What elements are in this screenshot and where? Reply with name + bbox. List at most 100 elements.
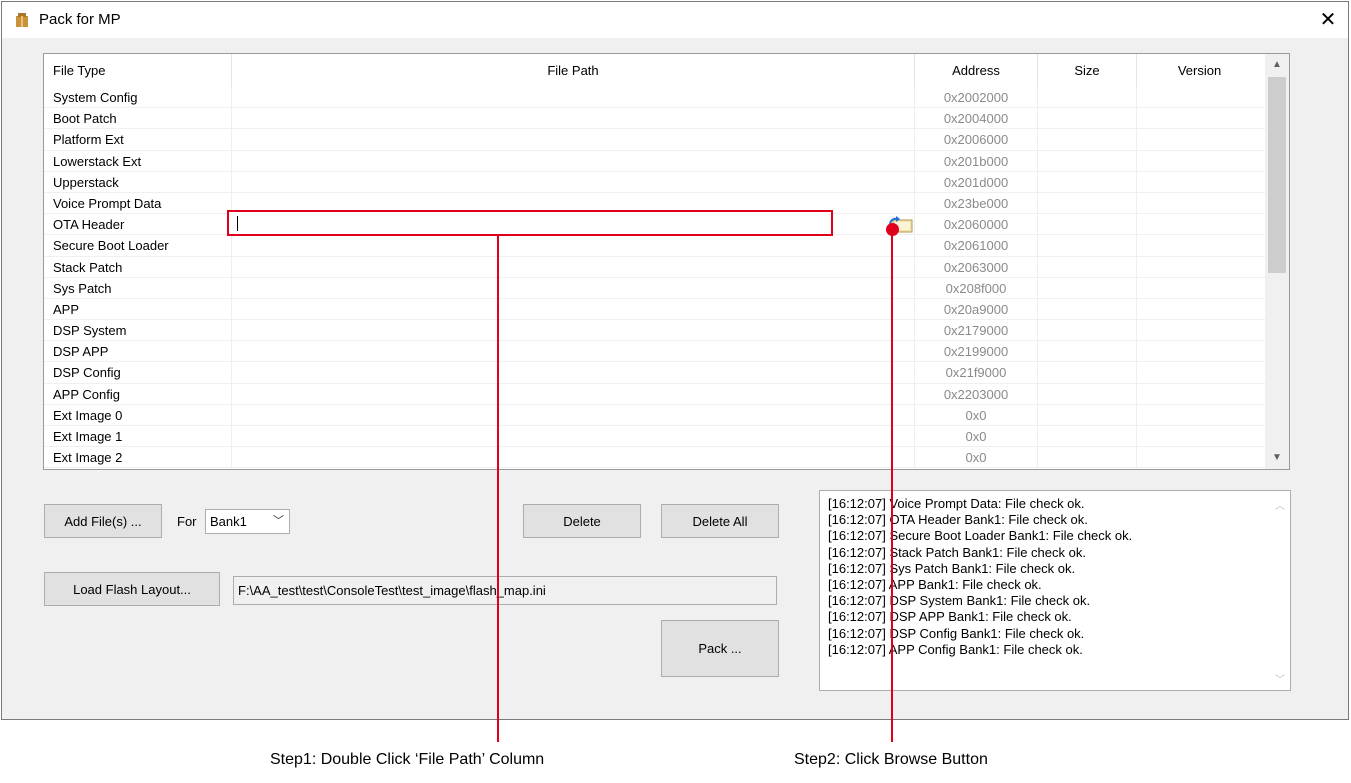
- file-path-cell[interactable]: [232, 150, 915, 172]
- address-cell: 0x201d000: [915, 171, 1038, 193]
- text-caret: [237, 216, 238, 231]
- log-scrollbar[interactable]: ︿ ﹀: [1270, 491, 1290, 690]
- version-cell: [1137, 129, 1262, 150]
- scroll-down-icon[interactable]: ▼: [1265, 447, 1289, 469]
- for-label: For: [177, 514, 197, 529]
- table-row[interactable]: System Config 0x2002000: [44, 87, 1266, 109]
- bank-select[interactable]: Bank1 ﹀: [205, 509, 290, 534]
- file-type-cell: Sys Patch: [44, 277, 232, 299]
- scroll-up-icon[interactable]: ▲: [1265, 54, 1289, 76]
- table-row[interactable]: Stack Patch 0x2063000: [44, 256, 1266, 278]
- version-cell: [1137, 320, 1262, 341]
- file-path-cell[interactable]: [232, 129, 915, 151]
- file-path-cell[interactable]: [232, 447, 915, 469]
- version-cell: [1137, 151, 1262, 172]
- delete-all-button[interactable]: Delete All: [661, 504, 779, 538]
- table-row[interactable]: Ext Image 0 0x0: [44, 404, 1266, 426]
- version-cell: [1137, 235, 1262, 256]
- column-header-file-path[interactable]: File Path: [232, 54, 915, 87]
- size-cell: [1038, 362, 1137, 384]
- size-cell: [1038, 150, 1137, 172]
- close-icon[interactable]: ✕: [1308, 2, 1348, 36]
- file-path-cell[interactable]: [232, 235, 915, 257]
- log-scroll-down-icon[interactable]: ﹀: [1270, 671, 1290, 686]
- table-row[interactable]: Boot Patch 0x2004000: [44, 108, 1266, 130]
- table-row[interactable]: APP Config 0x2203000: [44, 383, 1266, 405]
- address-cell: 0x2060000: [915, 214, 1038, 236]
- table-row[interactable]: Ext Image 1 0x0: [44, 426, 1266, 448]
- delete-button[interactable]: Delete: [523, 504, 641, 538]
- step1-caption: Step1: Double Click ‘File Path’ Column: [270, 751, 545, 768]
- file-path-cell[interactable]: [232, 362, 915, 384]
- load-flash-layout-button[interactable]: Load Flash Layout...: [44, 572, 220, 606]
- address-cell: 0x21f9000: [915, 362, 1038, 384]
- table-row[interactable]: DSP System 0x2179000: [44, 320, 1266, 342]
- file-path-cell[interactable]: [232, 404, 915, 426]
- version-cell: [1137, 278, 1262, 299]
- log-scroll-up-icon[interactable]: ︿: [1270, 497, 1290, 512]
- size-cell: [1038, 129, 1137, 151]
- size-cell: [1038, 383, 1137, 405]
- table-row[interactable]: Platform Ext 0x2006000: [44, 129, 1266, 151]
- add-files-button[interactable]: Add File(s) ...: [44, 504, 162, 538]
- file-type-cell: System Config: [44, 87, 232, 108]
- column-header-version[interactable]: Version: [1137, 54, 1262, 87]
- table-body: System Config 0x2002000 Boot Patch 0x200400…: [44, 87, 1266, 469]
- table-row[interactable]: Lowerstack Ext 0x201b000: [44, 150, 1266, 172]
- pack-button[interactable]: Pack ...: [661, 620, 779, 677]
- file-path-cell[interactable]: [232, 320, 915, 342]
- version-cell: [1137, 87, 1262, 108]
- file-path-cell[interactable]: [232, 277, 915, 299]
- file-path-cell[interactable]: [232, 426, 915, 447]
- pack-for-mp-window: Pack for MP ✕ File Type File Path Addres…: [1, 1, 1349, 720]
- step2-caption: Step2: Click Browse Button: [794, 751, 988, 768]
- size-cell: [1038, 256, 1137, 278]
- bank-select-value: Bank1: [210, 514, 247, 529]
- table-row[interactable]: DSP Config 0x21f9000: [44, 362, 1266, 384]
- table-row[interactable]: DSP APP 0x2199000: [44, 341, 1266, 363]
- file-path-cell[interactable]: [232, 341, 915, 363]
- table-row[interactable]: APP 0x20a9000: [44, 298, 1266, 321]
- size-cell: [1038, 192, 1137, 214]
- file-type-cell: Stack Patch: [44, 256, 232, 278]
- table-row[interactable]: Upperstack 0x201d000: [44, 171, 1266, 193]
- table-row[interactable]: Ext Image 2 0x0: [44, 447, 1266, 469]
- step2-pointer-dot: [886, 223, 899, 236]
- file-type-cell: APP Config: [44, 383, 232, 405]
- table-scrollbar[interactable]: ▲ ▼: [1265, 54, 1289, 469]
- flash-map-path-field[interactable]: F:\AA_test\test\ConsoleTest\test_image\f…: [233, 576, 777, 605]
- version-cell: [1137, 299, 1262, 320]
- column-header-size[interactable]: Size: [1038, 54, 1137, 87]
- file-path-cell[interactable]: [232, 298, 915, 320]
- file-path-cell[interactable]: [232, 108, 915, 130]
- address-cell: 0x201b000: [915, 150, 1038, 172]
- file-path-cell[interactable]: [232, 171, 915, 193]
- size-cell: [1038, 341, 1137, 363]
- file-path-cell[interactable]: [232, 383, 915, 405]
- address-cell: 0x208f000: [915, 277, 1038, 299]
- file-type-cell: DSP APP: [44, 341, 232, 363]
- window-title: Pack for MP: [39, 11, 121, 28]
- size-cell: [1038, 87, 1137, 108]
- table-row[interactable]: Sys Patch 0x208f000: [44, 277, 1266, 299]
- step2-pointer-line: [891, 228, 893, 742]
- address-cell: 0x2002000: [915, 87, 1038, 108]
- address-cell: 0x2199000: [915, 341, 1038, 363]
- address-cell: 0x0: [915, 426, 1038, 447]
- file-type-cell: Upperstack: [44, 171, 232, 193]
- table-row[interactable]: Secure Boot Loader 0x2061000: [44, 235, 1266, 257]
- version-cell: [1137, 257, 1262, 278]
- size-cell: [1038, 404, 1137, 426]
- title-bar: Pack for MP ✕: [2, 2, 1348, 38]
- log-output[interactable]: [16:12:07] Voice Prompt Data: File check…: [819, 490, 1291, 691]
- address-cell: 0x0: [915, 404, 1038, 426]
- column-header-file-type[interactable]: File Type: [44, 54, 232, 87]
- column-header-address[interactable]: Address: [915, 54, 1038, 87]
- scrollbar-thumb[interactable]: [1268, 77, 1286, 273]
- file-path-edit-input[interactable]: [227, 210, 833, 236]
- file-path-cell[interactable]: [232, 87, 915, 108]
- file-path-cell[interactable]: [232, 256, 915, 278]
- file-type-cell: Ext Image 2: [44, 447, 232, 469]
- version-cell: [1137, 214, 1262, 235]
- file-type-cell: Ext Image 1: [44, 426, 232, 447]
